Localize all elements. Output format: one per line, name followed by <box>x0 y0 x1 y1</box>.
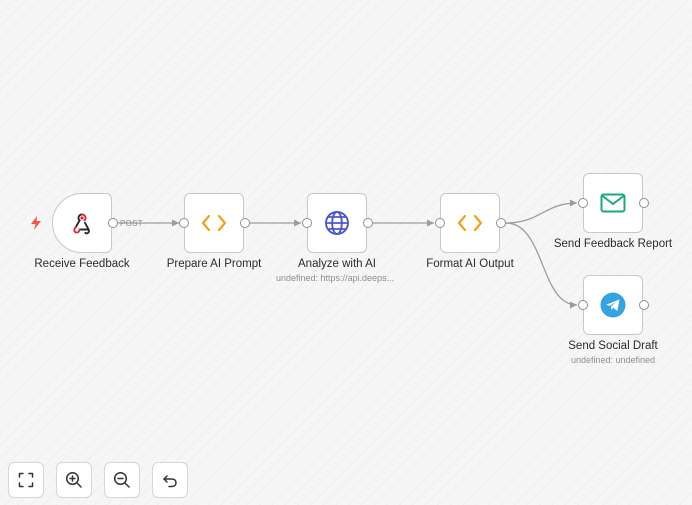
node-format-ai-output[interactable] <box>440 193 500 253</box>
node-prepare-ai-prompt[interactable] <box>184 193 244 253</box>
code-brackets-icon <box>457 214 483 232</box>
node-label: Receive Feedback <box>34 258 130 270</box>
code-brackets-icon <box>201 214 227 232</box>
node-label: Prepare AI Prompt <box>166 258 262 270</box>
connection-format-to-report[interactable] <box>505 199 578 224</box>
globe-icon <box>325 211 349 235</box>
input-port[interactable] <box>435 218 445 228</box>
output-port[interactable] <box>639 300 649 310</box>
node-receive-feedback[interactable] <box>52 193 112 253</box>
undo-icon <box>163 475 177 488</box>
fit-view-icon <box>18 472 34 488</box>
output-port[interactable] <box>108 218 118 228</box>
node-subtitle: undefined: undefined <box>570 355 656 365</box>
node-label: Send Feedback Report <box>553 238 673 250</box>
node-label: Send Social Draft <box>568 340 658 352</box>
node-send-feedback-report[interactable] <box>583 173 643 233</box>
output-port[interactable] <box>496 218 506 228</box>
zoom-out-button[interactable] <box>104 462 140 498</box>
workflow-canvas[interactable]: POST Receive Feedback Prepare AI Prompt … <box>0 0 692 505</box>
node-analyze-with-ai[interactable] <box>307 193 367 253</box>
zoom-in-icon <box>65 471 82 488</box>
output-port[interactable] <box>240 218 250 228</box>
zoom-out-icon <box>113 471 130 488</box>
webhook-method-label: POST <box>120 219 143 228</box>
node-subtitle: undefined: https://api.deeps... <box>275 273 395 283</box>
output-port[interactable] <box>363 218 373 228</box>
node-label: Format AI Output <box>426 258 514 270</box>
webhook-icon <box>73 213 90 235</box>
node-send-social-draft[interactable] <box>583 275 643 335</box>
fit-view-button[interactable] <box>8 462 44 498</box>
output-port[interactable] <box>639 198 649 208</box>
reset-zoom-button[interactable] <box>152 462 188 498</box>
input-port[interactable] <box>302 218 312 228</box>
lightning-bolt-icon <box>31 216 41 230</box>
input-port[interactable] <box>578 300 588 310</box>
envelope-icon <box>600 193 626 213</box>
zoom-in-button[interactable] <box>56 462 92 498</box>
telegram-icon <box>600 292 626 318</box>
node-label: Analyze with AI <box>298 258 376 270</box>
input-port[interactable] <box>179 218 189 228</box>
input-port[interactable] <box>578 198 588 208</box>
